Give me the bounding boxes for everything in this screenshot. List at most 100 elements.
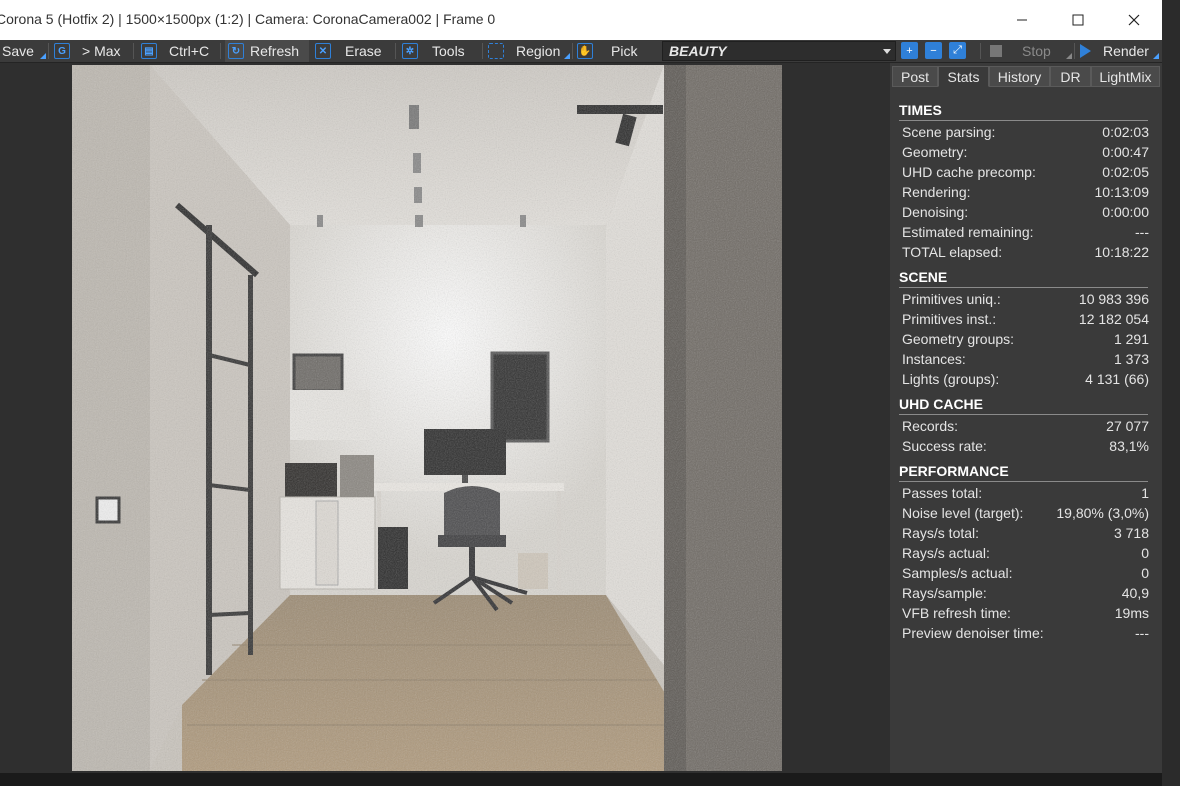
stop-label: Stop [1022,43,1051,59]
stat-label: Lights (groups): [902,371,1000,387]
stat-row: UHD cache precomp: 0:02:05 [902,164,1149,184]
toolbar-divider [572,43,573,59]
zoom-fit-icon[interactable]: ⤢ [949,42,966,59]
save-dropdown-icon[interactable] [40,53,46,59]
toolbar-divider [133,43,134,59]
section-heading-times: TIMES [899,102,942,118]
toolbar-divider [980,43,981,59]
stat-row: Geometry: 0:00:47 [902,144,1149,164]
render-button[interactable]: Render [1080,40,1149,62]
stat-value: 1 373 [1113,351,1149,367]
stop-icon [990,45,1002,57]
stat-row: Rays/s actual: 0 [902,545,1149,565]
stat-label: Primitives inst.: [902,311,997,327]
erase-button[interactable]: ✕ Erase [315,40,382,62]
section-heading-scene: SCENE [899,269,948,285]
tools-button[interactable]: ✲ Tools [402,40,465,62]
tools-label: Tools [432,43,465,59]
stat-label: Samples/s actual: [902,565,1013,581]
region-icon [488,43,504,59]
chevron-down-icon [883,49,891,54]
refresh-button[interactable]: ↻ Refresh [225,40,309,62]
stat-label: Geometry groups: [902,331,1015,347]
stat-row: Denoising: 0:00:00 [902,204,1149,224]
refresh-icon: ↻ [228,43,244,59]
stat-label: Records: [902,418,959,434]
stat-value: 19,80% (3,0%) [1056,505,1149,521]
stat-value: --- [1135,625,1149,641]
region-label: Region [516,43,561,59]
stat-label: TOTAL elapsed: [902,244,1003,260]
save-label: Save [2,43,34,59]
stat-label: Geometry: [902,144,968,160]
stat-label: Denoising: [902,204,969,220]
stat-label: VFB refresh time: [902,605,1011,621]
tab-label: Stats [947,68,980,85]
stat-value: 0 [1141,565,1149,581]
stat-row: Rendering: 10:13:09 [902,184,1149,204]
window-title: Corona 5 (Hotfix 2) | 1500×1500px (1:2) … [0,11,496,27]
to-max-button[interactable]: G > Max [54,40,121,62]
stat-value: 10 983 396 [1078,291,1149,307]
tab-label: Post [900,68,929,85]
section-heading-performance: PERFORMANCE [899,463,1009,479]
stat-label: Rays/s actual: [902,545,990,561]
render-element-value: BEAUTY [669,43,727,59]
region-dropdown-icon[interactable] [564,53,570,59]
stat-row: Geometry groups: 1 291 [902,331,1149,351]
stat-value: 83,1% [1109,438,1149,454]
section-divider [899,120,1148,121]
pick-button[interactable]: ✋ Pick [577,40,637,62]
tab-label: History [997,68,1042,85]
stat-value: 0:02:05 [1102,164,1149,180]
render-dropdown-icon[interactable] [1153,53,1159,59]
tab-stats[interactable]: Stats [938,66,989,87]
toolbar-divider [482,43,483,59]
stat-row: Noise level (target): 19,80% (3,0%) [902,505,1149,525]
copy-label: Ctrl+C [169,43,210,59]
rendered-image [72,65,782,771]
stat-value: 0:02:03 [1102,124,1149,140]
render-viewport[interactable] [0,63,890,773]
tab-history[interactable]: History [989,66,1050,87]
section-divider [899,481,1148,482]
copy-icon: ▤ [141,43,157,59]
stop-button[interactable]: Stop [990,40,1051,62]
stat-value: 0:00:00 [1102,204,1149,220]
close-icon [1128,14,1140,26]
stat-value: 3 718 [1113,525,1149,541]
play-icon [1080,44,1091,58]
tab-post[interactable]: Post [892,66,938,87]
stat-value: --- [1135,224,1149,240]
zoom-in-icon[interactable]: + [901,42,918,59]
tab-lightmix[interactable]: LightMix [1091,66,1160,87]
stat-label: Noise level (target): [902,505,1024,521]
section-heading-uhd-cache: UHD CACHE [899,396,983,412]
to-max-label: > Max [82,43,121,59]
vfb-toolbar: Save G > Max ▤ Ctrl+C ↻ Refresh ✕ Erase … [0,40,1162,63]
stat-label: Passes total: [902,485,983,501]
status-strip [0,773,1162,786]
maximize-button[interactable] [1050,0,1106,40]
stat-row: Samples/s actual: 0 [902,565,1149,585]
close-button[interactable] [1106,0,1162,40]
save-button[interactable]: Save [2,40,34,62]
stat-row: Instances: 1 373 [902,351,1149,371]
title-bar: Corona 5 (Hotfix 2) | 1500×1500px (1:2) … [0,0,1162,40]
region-button[interactable]: Region [488,40,560,62]
stat-value: 40,9 [1121,585,1149,601]
interior-render [72,65,782,771]
stop-dropdown-icon[interactable] [1066,53,1072,59]
zoom-out-icon[interactable]: − [925,42,942,59]
minimize-button[interactable] [994,0,1050,40]
stat-value: 4 131 (66) [1085,371,1149,387]
stat-row: Rays/s total: 3 718 [902,525,1149,545]
stat-row: Lights (groups): 4 131 (66) [902,371,1149,391]
stat-row: Preview denoiser time: --- [902,625,1149,645]
minimize-icon [1017,19,1027,21]
tab-dr[interactable]: DR [1050,66,1091,87]
stat-label: UHD cache precomp: [902,164,1036,180]
render-element-select[interactable]: BEAUTY [662,41,896,61]
copy-button[interactable]: ▤ Ctrl+C [141,40,209,62]
stat-value: 10:18:22 [1094,244,1150,260]
